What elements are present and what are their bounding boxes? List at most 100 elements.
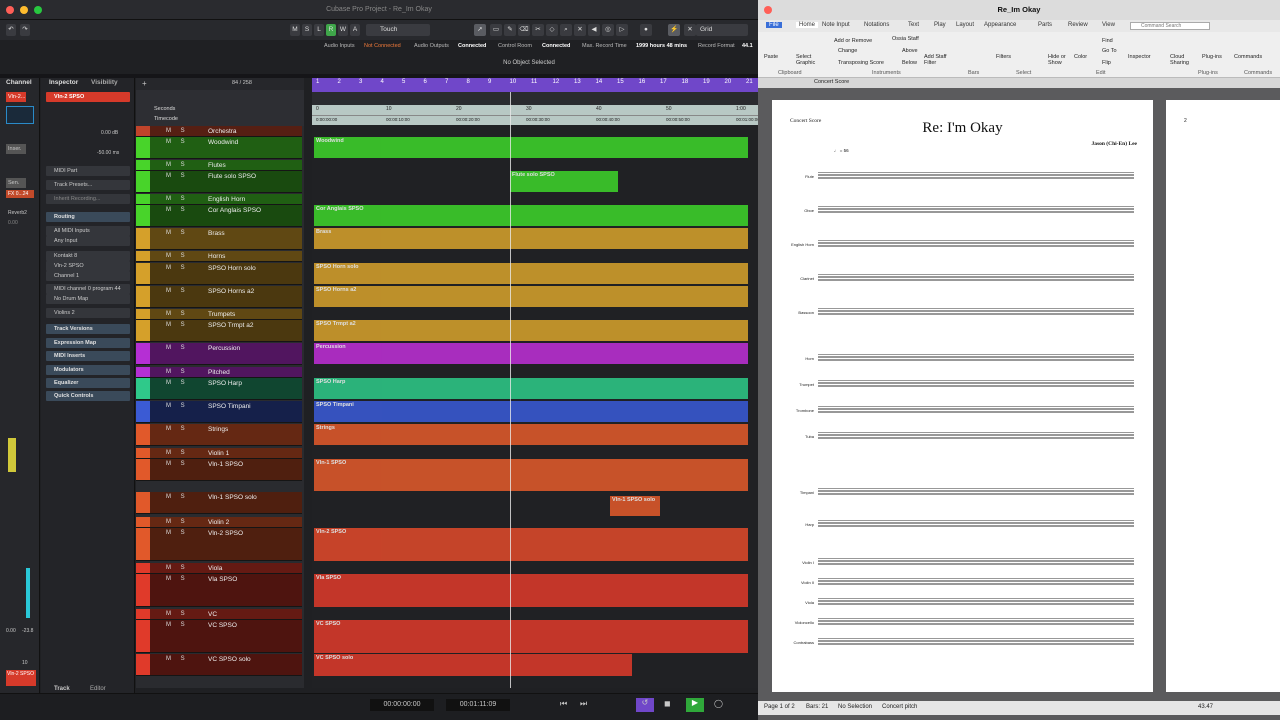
track-row[interactable]: M S English Horn: [136, 194, 302, 205]
volume-value[interactable]: 0.00 dB: [101, 130, 118, 136]
track-row[interactable]: M S Vln-1 SPSO solo: [136, 492, 302, 514]
equalizer-section[interactable]: Equalizer: [46, 378, 130, 388]
mute-solo-buttons[interactable]: M S: [166, 207, 189, 213]
find-button[interactable]: Find: [1102, 38, 1113, 44]
event-block[interactable]: SPSO Trmpt a2: [314, 320, 748, 341]
tab-channel[interactable]: Channel: [6, 78, 32, 88]
track-row[interactable]: M S SPSO Harp: [136, 378, 302, 400]
score-page-2[interactable]: 2: [1166, 100, 1280, 692]
pencil-tool-icon[interactable]: ✎: [504, 24, 516, 36]
track-name[interactable]: SPSO Horn solo: [208, 265, 256, 272]
ribbon-tab-text[interactable]: Text: [908, 22, 919, 28]
ribbon-tab-file[interactable]: File: [766, 22, 782, 28]
track-row[interactable]: M S Violin 2: [136, 517, 302, 528]
track-name[interactable]: Viola: [208, 565, 222, 572]
speaker-tool-icon[interactable]: ◀: [588, 24, 600, 36]
midi-input-select[interactable]: All MIDI Inputs: [46, 226, 130, 236]
mute-solo-buttons[interactable]: M S: [166, 426, 189, 432]
midi-inserts-section[interactable]: MIDI Inserts: [46, 351, 130, 361]
mute-solo-buttons[interactable]: M S: [166, 322, 189, 328]
above-button[interactable]: Above: [902, 48, 918, 54]
track-row[interactable]: M S SPSO Trmpt a2: [136, 320, 302, 342]
track-name[interactable]: Violin 2: [208, 519, 229, 526]
track-name[interactable]: VC: [208, 611, 217, 618]
play-icon[interactable]: ▶: [686, 698, 704, 712]
mute-solo-buttons[interactable]: M S: [166, 345, 189, 351]
color-button[interactable]: Color: [1074, 54, 1087, 60]
delay-value[interactable]: -50.00 ms: [97, 150, 119, 156]
track-row[interactable]: M S Brass: [136, 228, 302, 250]
split-tool-icon[interactable]: ✂: [532, 24, 544, 36]
write-button[interactable]: W: [338, 24, 348, 36]
solo-button[interactable]: S: [302, 24, 312, 36]
mute-solo-buttons[interactable]: M S: [166, 622, 189, 628]
event-block[interactable]: Vla SPSO: [314, 574, 748, 607]
transposing-score-toggle[interactable]: Transposing Score: [838, 60, 884, 66]
mute-solo-buttons[interactable]: M S: [166, 173, 189, 179]
forward-icon[interactable]: ⏭: [580, 699, 587, 709]
track-versions-section[interactable]: Track Versions: [46, 324, 130, 334]
sends-button[interactable]: Sen.: [6, 178, 26, 188]
mute-solo-buttons[interactable]: M S: [166, 265, 189, 271]
track-name[interactable]: Brass: [208, 230, 225, 237]
goto-button[interactable]: Go To: [1102, 48, 1117, 54]
fx-send-slot[interactable]: FX 0...24: [6, 190, 34, 198]
track-presets-field[interactable]: Track Presets...: [46, 180, 130, 190]
track-name[interactable]: SPSO Horns a2: [208, 288, 254, 295]
mute-solo-buttons[interactable]: M S: [166, 380, 189, 386]
bar-ruler[interactable]: 1 2 3 4 5 6 7 8 9 10 11 12 13 14 15 16 17 18 19 20 21: [312, 78, 758, 92]
track-row[interactable]: M S Vla SPSO: [136, 574, 302, 607]
tab-inspector[interactable]: Inspector: [49, 78, 78, 88]
mute-solo-buttons[interactable]: M S: [166, 230, 189, 236]
track-name[interactable]: English Horn: [208, 196, 245, 203]
event-block[interactable]: Strings: [314, 424, 748, 445]
track-name[interactable]: Flutes: [208, 162, 226, 169]
right-locator-time[interactable]: 00:01:11:09: [446, 699, 510, 711]
mute-solo-buttons[interactable]: M S: [166, 611, 189, 617]
project-cursor[interactable]: [510, 92, 511, 688]
ribbon-tab-note-input[interactable]: Note Input: [822, 22, 850, 28]
concert-pitch-toggle[interactable]: Concert pitch: [882, 704, 917, 710]
track-row[interactable]: M S SPSO Horns a2: [136, 286, 302, 308]
program-select[interactable]: MIDI channel 0 program 44: [46, 284, 130, 294]
mute-solo-buttons[interactable]: M S: [166, 576, 189, 582]
track-name[interactable]: Vla SPSO: [208, 576, 237, 583]
track-row[interactable]: M S VC SPSO solo: [136, 654, 302, 676]
track-name[interactable]: Vln-1 SPSO solo: [208, 494, 257, 501]
track-row[interactable]: M S Flutes: [136, 160, 302, 171]
track-name[interactable]: Violin 1: [208, 450, 229, 457]
track-name[interactable]: Vln-1 SPSO: [208, 461, 243, 468]
track-row[interactable]: M S Trumpets: [136, 309, 302, 320]
ribbon-tab-play[interactable]: Play: [934, 22, 946, 28]
plugins-button[interactable]: Plug-ins: [1202, 54, 1222, 60]
pointer-tool-icon[interactable]: ➚: [474, 24, 486, 36]
track-row[interactable]: M S Woodwind: [136, 137, 302, 159]
routing-section[interactable]: Routing: [46, 212, 130, 222]
zoom-tool-icon[interactable]: ⌕: [560, 24, 572, 36]
track-row[interactable]: M S Orchestra: [136, 126, 302, 137]
ribbon-tab-appearance[interactable]: Appearance: [984, 22, 1016, 28]
project-window[interactable]: 1 2 3 4 5 6 7 8 9 10 11 12 13 14 15 16 17 18 19 20 21 0 10 20 3…: [312, 78, 758, 688]
track-row[interactable]: M S Flute solo SPSO: [136, 171, 302, 193]
mute-solo-buttons[interactable]: M S: [166, 403, 189, 409]
flip-button[interactable]: Flip: [1102, 60, 1111, 66]
inserts-button[interactable]: Inser.: [6, 144, 26, 154]
input-select[interactable]: Any Input: [46, 236, 130, 246]
event-block[interactable]: Percussion: [314, 343, 748, 364]
snap-type-icon[interactable]: ✕: [684, 24, 696, 36]
track-name[interactable]: SPSO Timpani: [208, 403, 251, 410]
mute-solo-buttons[interactable]: M S: [166, 253, 189, 259]
mute-solo-buttons[interactable]: M S: [166, 530, 189, 536]
read-button[interactable]: R: [326, 24, 336, 36]
expression-map-section[interactable]: Expression Map: [46, 338, 130, 348]
mute-button[interactable]: M: [290, 24, 300, 36]
add-remove-button[interactable]: Add or Remove: [834, 38, 872, 44]
event-block[interactable]: Flute solo SPSO: [510, 171, 618, 192]
rewind-icon[interactable]: ⏮: [560, 699, 567, 709]
event-block[interactable]: SPSO Horns a2: [314, 286, 748, 307]
automation-button[interactable]: A: [350, 24, 360, 36]
seconds-ruler[interactable]: 0 10 20 30 40 50 1:00: [312, 105, 758, 115]
hide-show-button[interactable]: Hide or Show: [1048, 54, 1070, 66]
timecode-ruler[interactable]: 0:00:00:00 00:00:10:00 00:00:20:00 00:00:30…: [312, 115, 758, 125]
add-staff-filter-button[interactable]: Add Staff Filter: [924, 54, 954, 66]
